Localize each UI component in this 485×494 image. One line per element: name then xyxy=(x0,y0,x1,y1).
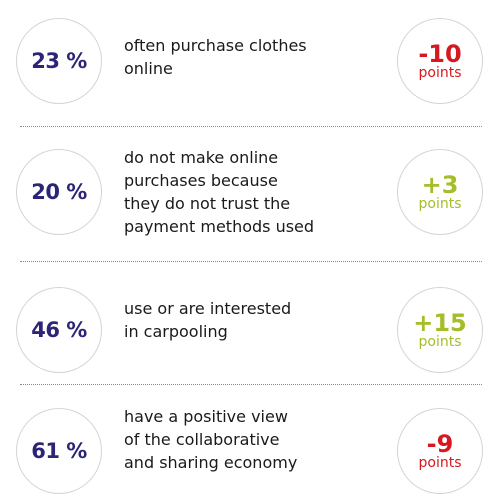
change-value: -10 xyxy=(418,39,462,68)
percent-circle: 23 % xyxy=(16,18,102,104)
change-unit: points xyxy=(418,195,462,212)
stat-description: use or are interested in carpooling xyxy=(124,297,384,343)
change-circle: -9 points xyxy=(397,408,483,494)
description-line: have a positive view xyxy=(124,407,288,426)
description-line: and sharing economy xyxy=(124,453,298,472)
change-unit: points xyxy=(418,454,462,471)
percent-value: 46 % xyxy=(31,318,87,342)
change-unit: points xyxy=(418,64,462,81)
description-line: often purchase clothes xyxy=(124,36,307,55)
description-line: do not make online xyxy=(124,148,279,167)
stat-description: do not make online purchases because the… xyxy=(124,146,384,238)
description-line: use or are interested xyxy=(124,299,292,318)
percent-circle: 20 % xyxy=(16,149,102,235)
change-value: +15 xyxy=(413,308,467,337)
stat-description: have a positive view of the collaborativ… xyxy=(124,405,384,474)
description-line: they do not trust the xyxy=(124,194,291,213)
description-line: purchases because xyxy=(124,171,278,190)
change-circle: -10 points xyxy=(397,18,483,104)
change-unit: points xyxy=(418,333,462,350)
percent-value: 20 % xyxy=(31,180,87,204)
description-line: of the collaborative xyxy=(124,430,280,449)
stat-row: 46 % use or are interested in carpooling… xyxy=(0,261,485,384)
description-line: online xyxy=(124,59,173,78)
percent-circle: 61 % xyxy=(16,408,102,494)
change-circle: +3 points xyxy=(397,149,483,235)
description-line: in carpooling xyxy=(124,322,228,341)
stat-description: often purchase clothes online xyxy=(124,34,384,80)
change-value: -9 xyxy=(426,429,454,458)
percent-value: 61 % xyxy=(31,439,87,463)
stat-row: 20 % do not make online purchases becaus… xyxy=(0,126,485,261)
percent-value: 23 % xyxy=(31,49,87,73)
stat-row: 61 % have a positive view of the collabo… xyxy=(0,384,485,494)
stats-infographic: 23 % often purchase clothes online -10 p… xyxy=(0,0,485,494)
change-value: +3 xyxy=(421,170,459,199)
description-line: payment methods used xyxy=(124,217,315,236)
change-circle: +15 points xyxy=(397,287,483,373)
stat-row: 23 % often purchase clothes online -10 p… xyxy=(0,0,485,126)
percent-circle: 46 % xyxy=(16,287,102,373)
